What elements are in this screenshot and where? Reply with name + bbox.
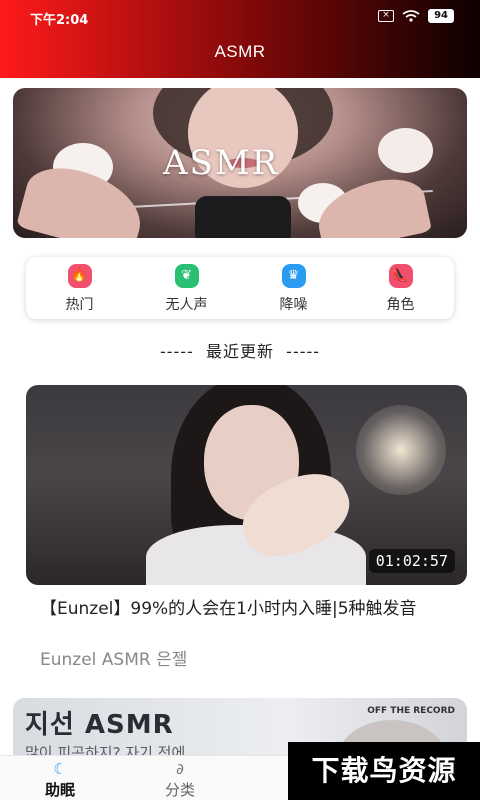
- crown-icon: ♛: [281, 264, 306, 288]
- channel-logo: OFF THE RECORD: [367, 706, 455, 716]
- video-title[interactable]: 【Eunzel】99%的人会在1小时内入睡|5种触发音: [40, 597, 460, 622]
- category-hot[interactable]: 🔥 热门: [26, 257, 133, 319]
- featured-banner[interactable]: ASMR: [13, 88, 467, 238]
- tab-sleep[interactable]: ☾ 助眠: [0, 756, 120, 800]
- banner-text: ASMR: [163, 143, 280, 183]
- category-no-voice[interactable]: ❦ 无人声: [133, 257, 240, 319]
- no-sim-icon: ×: [378, 10, 395, 22]
- heel-icon: 👠: [388, 264, 413, 288]
- video-thumbnail[interactable]: 01:02:57: [26, 385, 467, 585]
- video-duration: 01:02:57: [368, 549, 455, 573]
- status-icons: × 94: [378, 9, 454, 23]
- tab-label: 分类: [164, 781, 195, 799]
- battery-icon: 94: [428, 9, 454, 23]
- category-label: 无人声: [165, 297, 208, 313]
- flame-icon: 🔥: [67, 264, 92, 288]
- tab-label: 助眠: [44, 781, 75, 799]
- category-label: 降噪: [279, 297, 308, 313]
- banner-hand-right: [311, 172, 433, 238]
- status-time: 下午2:04: [30, 13, 89, 28]
- category-noise-reduction[interactable]: ♛ 降噪: [240, 257, 347, 319]
- section-title: ----- 最近更新 -----: [159, 342, 321, 361]
- next-video-thumbnail-title: 지선 ASMR: [25, 710, 174, 740]
- banner-fluff-far-right: [378, 128, 433, 173]
- leaf-icon: ❦: [174, 264, 199, 288]
- video-author[interactable]: Eunzel ASMR 은젤: [40, 645, 187, 670]
- banner-microphone: [195, 196, 291, 238]
- wifi-icon: [402, 10, 420, 22]
- app-header: 下午2:04 × 94 ASMR: [0, 0, 480, 78]
- tab-categories[interactable]: ∂ 分类: [120, 756, 240, 800]
- watermark-overlay: 下载鸟资源: [288, 742, 480, 800]
- moon-icon: ☾: [53, 760, 67, 778]
- ear-icon: ∂: [176, 760, 184, 778]
- category-bar: 🔥 热门 ❦ 无人声 ♛ 降噪 👠 角色: [26, 257, 454, 319]
- category-roleplay[interactable]: 👠 角色: [347, 257, 454, 319]
- page-title: ASMR: [214, 42, 266, 61]
- category-label: 角色: [386, 297, 415, 313]
- category-label: 热门: [65, 297, 94, 313]
- thumbnail-lamp: [356, 405, 446, 495]
